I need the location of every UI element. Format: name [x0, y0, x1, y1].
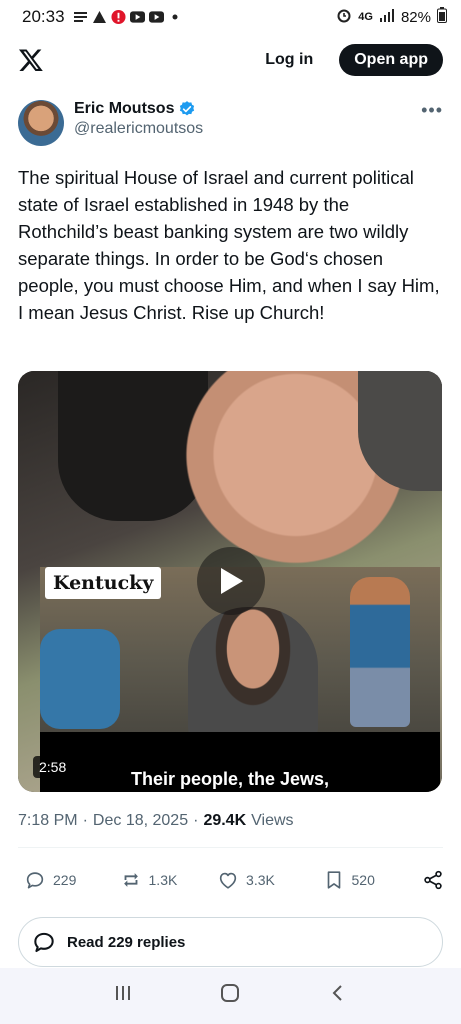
bookmark-count: 520: [351, 872, 375, 888]
tweet-meta: 7:18 PM · Dec 18, 2025 · 29.4K Views: [18, 812, 294, 830]
home-icon[interactable]: [219, 982, 241, 1010]
tweet-time[interactable]: 7:18 PM: [18, 812, 78, 830]
play-button[interactable]: [197, 547, 265, 615]
meta-separator: ·: [193, 812, 199, 829]
inset-teacher: [350, 577, 410, 727]
reply-icon: [26, 872, 44, 889]
views-label: Views: [251, 812, 294, 829]
share-icon: [424, 870, 442, 890]
repost-button[interactable]: 1.3K: [120, 869, 218, 891]
display-name-row: Eric Moutsos: [74, 100, 203, 118]
repost-icon: [123, 873, 138, 887]
news-icon: [73, 10, 88, 25]
tweet-author: Eric Moutsos @realericmoutsos •••: [18, 100, 443, 152]
share-button[interactable]: [422, 869, 444, 891]
play-icon: [221, 568, 243, 594]
battery-icon: [437, 7, 447, 27]
more-options-icon[interactable]: •••: [421, 100, 443, 119]
warning-icon: [92, 10, 107, 25]
open-app-button[interactable]: Open app: [339, 44, 443, 76]
verified-badge-icon: [178, 100, 196, 118]
repost-count: 1.3K: [148, 872, 178, 888]
video-overlay-label: Kentucky: [45, 567, 162, 599]
inset-arm: [40, 629, 120, 729]
login-button[interactable]: Log in: [265, 51, 313, 69]
youtube-icon: [129, 10, 145, 25]
like-count: 3.3K: [246, 872, 275, 888]
back-icon[interactable]: [328, 983, 348, 1009]
video-player[interactable]: Kentucky 2:58 Their people, the Jews,: [18, 371, 442, 792]
user-handle[interactable]: @realericmoutsos: [74, 120, 203, 138]
network-type: 4G: [358, 11, 373, 23]
tweet-date[interactable]: Dec 18, 2025: [93, 812, 188, 830]
android-nav-bar: [0, 968, 461, 1024]
video-subtitle: Their people, the Jews,: [130, 769, 330, 789]
divider: [18, 847, 443, 848]
reply-button[interactable]: 229: [24, 869, 120, 891]
bookmark-button[interactable]: 520: [323, 869, 423, 891]
views-count: 29.4K: [203, 812, 247, 829]
read-replies-label: Read 229 replies: [67, 933, 186, 951]
recent-apps-icon[interactable]: [113, 983, 133, 1009]
avatar[interactable]: [18, 100, 64, 146]
reply-icon: [34, 932, 54, 953]
reply-count: 229: [53, 872, 77, 888]
system-status: 4G 82%: [336, 7, 447, 27]
tweet-text: The spiritual House of Israel and curren…: [18, 167, 445, 323]
like-button[interactable]: 3.3K: [217, 869, 322, 891]
x-logo-icon[interactable]: [18, 47, 44, 73]
read-replies-button[interactable]: Read 229 replies: [18, 917, 443, 967]
dot-icon: [168, 10, 183, 25]
heart-icon: [219, 872, 237, 889]
author-names: Eric Moutsos @realericmoutsos: [74, 100, 203, 138]
battery-percent: 82%: [400, 8, 431, 26]
notification-icons: [73, 9, 183, 25]
tweet-actions: 229 1.3K 3.3K 520: [24, 864, 444, 896]
status-bar: 20:33 4G 82%: [0, 0, 461, 34]
signal-icon: [379, 8, 395, 26]
alert-badge-icon: [111, 9, 126, 25]
status-time: 20:33: [22, 7, 65, 26]
meta-separator: ·: [82, 812, 88, 829]
alarm-icon: [336, 7, 352, 27]
top-nav: Log in Open app: [0, 34, 461, 86]
display-name[interactable]: Eric Moutsos: [74, 100, 174, 118]
youtube-icon: [148, 10, 164, 25]
inset-student: [188, 607, 318, 747]
bookmark-icon: [327, 871, 340, 889]
